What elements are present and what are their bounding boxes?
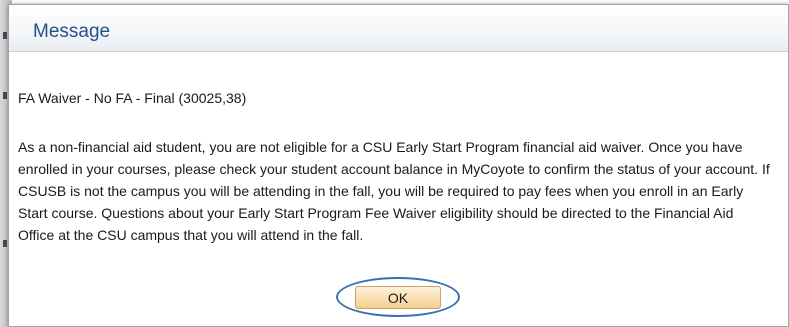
dialog-title: Message bbox=[33, 21, 111, 42]
dialog-titlebar[interactable] bbox=[9, 5, 788, 52]
message-subject: FA Waiver - No FA - Final (30025,38) bbox=[18, 90, 247, 106]
background-glyph bbox=[3, 92, 7, 99]
ok-button[interactable]: OK bbox=[355, 286, 441, 309]
background-glyph bbox=[3, 240, 7, 247]
message-body: As a non-financial aid student, you are … bbox=[18, 139, 770, 243]
background-glyph bbox=[3, 32, 7, 39]
